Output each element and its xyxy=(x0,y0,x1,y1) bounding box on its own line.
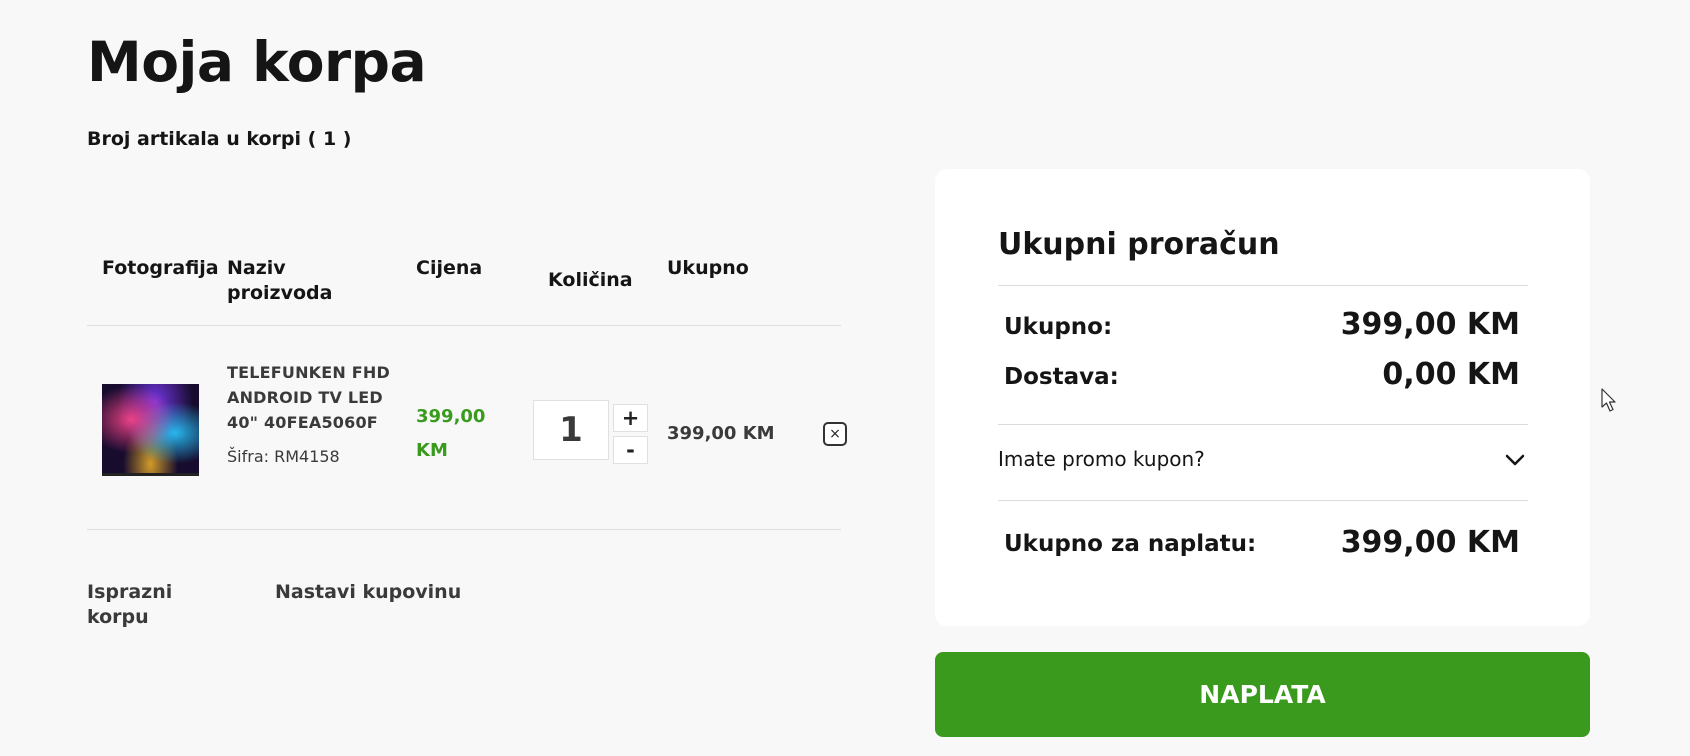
product-price: 399,00 KM xyxy=(416,406,486,461)
order-summary-panel: Ukupni proračun Ukupno: 399,00 KM Dostav… xyxy=(935,169,1590,626)
product-image[interactable] xyxy=(102,384,199,476)
header-photo: Fotografija xyxy=(102,257,219,279)
subtotal-label: Ukupno: xyxy=(1004,314,1113,340)
mouse-cursor-icon xyxy=(1601,388,1616,412)
cart-item-count: Broj artikala u korpi ( 1 ) xyxy=(87,128,352,150)
header-quantity: Količina xyxy=(548,269,633,291)
grand-total-label: Ukupno za naplatu: xyxy=(1004,531,1257,557)
summary-divider xyxy=(998,500,1528,501)
page-title: Moja korpa xyxy=(87,30,427,94)
grand-total-value: 399,00 KM xyxy=(1340,525,1520,560)
quantity-input[interactable]: 1 xyxy=(533,400,609,460)
promo-coupon-toggle[interactable]: Imate promo kupon? xyxy=(998,441,1528,479)
remove-item-button[interactable]: × xyxy=(823,422,847,446)
header-price: Cijena xyxy=(416,257,483,279)
close-icon: × xyxy=(829,426,841,442)
summary-title: Ukupni proračun xyxy=(998,227,1280,262)
chevron-down-icon xyxy=(1505,454,1525,466)
table-divider xyxy=(87,529,841,530)
table-divider xyxy=(87,325,841,326)
summary-divider xyxy=(998,285,1528,286)
subtotal-value: 399,00 KM xyxy=(1340,307,1520,342)
row-total: 399,00 KM xyxy=(667,423,775,444)
shipping-value: 0,00 KM xyxy=(1382,357,1520,392)
promo-coupon-label: Imate promo kupon? xyxy=(998,447,1205,471)
shipping-label: Dostava: xyxy=(1004,364,1119,390)
quantity-increment-button[interactable]: + xyxy=(613,404,648,432)
quantity-decrement-button[interactable]: - xyxy=(613,436,648,464)
checkout-button[interactable]: NAPLATA xyxy=(935,652,1590,737)
product-name[interactable]: TELEFUNKEN FHD ANDROID TV LED 40" 40FEA5… xyxy=(227,360,397,435)
empty-cart-button[interactable]: Isprazni korpu xyxy=(87,580,187,630)
header-total: Ukupno xyxy=(667,257,749,279)
header-name: Naziv proizvoda xyxy=(227,257,333,304)
continue-shopping-button[interactable]: Nastavi kupovinu xyxy=(275,580,461,605)
product-sku: Šifra: RM4158 xyxy=(227,447,340,466)
summary-divider xyxy=(998,424,1528,425)
